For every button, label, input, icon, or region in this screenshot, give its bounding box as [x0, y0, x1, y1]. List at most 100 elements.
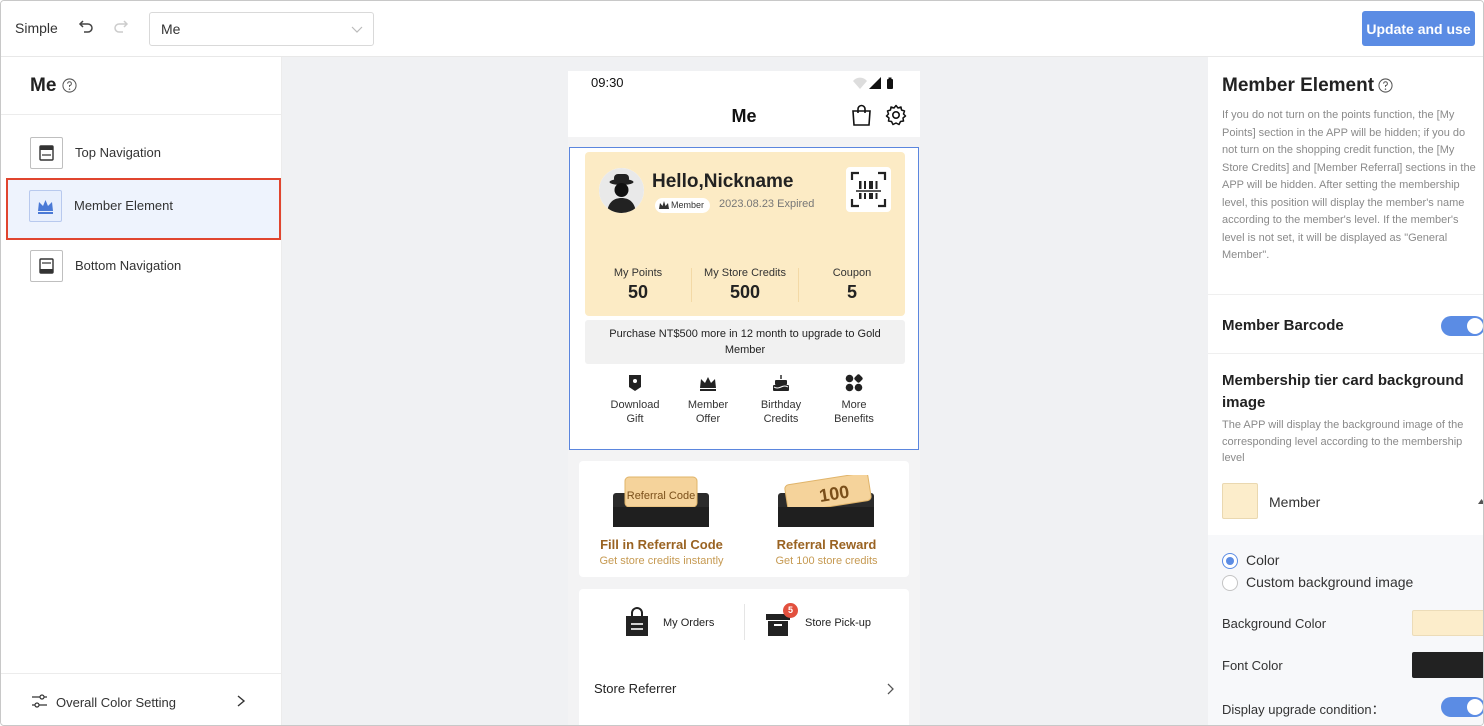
benefit-label-line2: Benefits [834, 413, 874, 425]
divider [1208, 294, 1483, 295]
shopping-bag-icon[interactable] [851, 104, 872, 126]
page-select[interactable]: Me [149, 12, 374, 46]
stat-label: Coupon [832, 267, 872, 279]
referral-subtitle: Get 100 store credits [775, 555, 878, 567]
background-color-label: Background Color [1222, 616, 1327, 631]
barcode-icon[interactable] [846, 167, 891, 212]
member-greeting: Hello,Nickname [652, 171, 794, 192]
component-item-member-element[interactable]: Member Element [6, 178, 281, 240]
redo-icon[interactable] [113, 18, 131, 38]
member-card: Hello,Nickname Member 2023.08.23 Expired… [585, 152, 905, 316]
caret-up-icon[interactable] [1478, 499, 1484, 504]
member-tier-badge: Member [655, 198, 711, 213]
stat-label: My Points [613, 267, 663, 279]
tier-color-swatch[interactable] [1222, 483, 1258, 519]
member-element-block[interactable]: Hello,Nickname Member 2023.08.23 Expired… [569, 147, 919, 450]
benefit-more-benefits[interactable]: More Benefits [819, 374, 889, 426]
benefit-label: Birthday Credits [746, 398, 816, 426]
update-and-use-button[interactable]: Update and use [1362, 11, 1475, 46]
display-upgrade-condition-label: Display upgrade condition： [1222, 702, 1385, 717]
undo-icon[interactable] [78, 18, 96, 38]
radio-color[interactable] [1222, 553, 1238, 569]
overall-color-setting[interactable]: Overall Color Setting [1, 673, 282, 725]
component-item-bottom-navigation[interactable]: Bottom Navigation [7, 238, 281, 294]
benefit-label-line1: Birthday [760, 399, 802, 411]
orders-block: My Orders Store Pick-up 5 Store Referrer [579, 589, 909, 725]
crown-icon [700, 377, 716, 391]
page-select-value: Me [161, 21, 181, 37]
chevron-right-icon [237, 695, 246, 707]
count-badge: 5 [783, 603, 798, 618]
signal-battery-icon [853, 77, 893, 89]
component-item-label: Bottom Navigation [75, 258, 182, 273]
app-window: Simple Me Update and use Me Top Navigati… [0, 0, 1484, 726]
grid-icon [845, 374, 863, 392]
overall-color-setting-label: Overall Color Setting [56, 695, 176, 710]
top-toolbar: Simple Me Update and use [1, 1, 1483, 57]
benefit-label-line2: Credits [763, 413, 799, 425]
referral-title: Fill in Referral Code [600, 537, 723, 552]
my-orders[interactable]: My Orders [624, 603, 734, 643]
stat-label: My Store Credits [704, 267, 786, 279]
ticket-text: Referral Code [627, 490, 695, 502]
benefit-label: Member Offer [673, 398, 743, 426]
chevron-down-icon [351, 26, 363, 33]
tier-background-description: The APP will display the background imag… [1222, 419, 1464, 464]
top-navigation-icon [30, 137, 63, 169]
member-barcode-toggle[interactable] [1441, 316, 1483, 336]
stat-value: 50 [627, 282, 649, 302]
benefit-label: Download Gift [600, 398, 670, 426]
toggle-knob [1467, 699, 1483, 715]
bottom-navigation-icon [30, 250, 63, 282]
preview-canvas: 09:30 Me Hello,Nickname Member 2023.08.2… [282, 57, 1208, 725]
stat-my-points[interactable]: My Points 50 [585, 267, 691, 303]
gear-icon[interactable] [885, 104, 907, 126]
tier-name: Member [1269, 494, 1321, 510]
order-item-label: Store Pick-up [805, 617, 872, 629]
properties-title: Member Element [1222, 75, 1375, 96]
sliders-icon [32, 694, 47, 708]
status-time: 09:30 [591, 75, 624, 90]
benefit-member-offer[interactable]: Member Offer [673, 374, 743, 426]
divider [1, 114, 282, 115]
gift-tag-icon [629, 375, 641, 391]
upgrade-condition-note: Purchase NT$500 more in 12 month to upgr… [585, 320, 905, 364]
radio-custom-background[interactable] [1222, 575, 1238, 591]
component-item-top-navigation[interactable]: Top Navigation [7, 125, 281, 181]
fill-referral-code[interactable]: Referral Code Fill in Referral Code Get … [579, 461, 744, 577]
font-color-picker[interactable] [1412, 652, 1483, 678]
benefit-label-line1: Download [610, 399, 660, 411]
stat-value: 500 [729, 282, 761, 302]
benefit-label-line1: Member [687, 399, 729, 411]
component-item-label: Member Element [74, 198, 173, 213]
crown-icon [659, 201, 669, 209]
avatar [599, 168, 644, 213]
divider [744, 604, 745, 640]
stat-coupon[interactable]: Coupon 5 [799, 267, 905, 303]
store-referrer-row[interactable]: Store Referrer [579, 661, 909, 711]
component-item-label: Top Navigation [75, 145, 161, 160]
store-referrer-label: Store Referrer [594, 681, 677, 696]
referral-reward[interactable]: 100 Referral Reward Get 100 store credit… [744, 461, 909, 577]
benefit-download-gift[interactable]: Download Gift [600, 374, 670, 426]
properties-panel: Member Element If you do not turn on the… [1208, 57, 1484, 725]
panel-title: Me [30, 75, 57, 96]
font-color-label: Font Color [1222, 658, 1283, 673]
display-upgrade-condition-toggle[interactable] [1441, 697, 1483, 717]
member-barcode-label: Member Barcode [1222, 317, 1344, 334]
tier-background-title: Membership tier card background image [1222, 372, 1464, 411]
toggle-knob [1467, 318, 1483, 334]
help-icon[interactable] [1378, 78, 1393, 93]
member-expiry: 2023.08.23 Expired [719, 198, 815, 210]
mode-label: Simple [15, 20, 58, 36]
help-icon[interactable] [62, 78, 77, 93]
benefit-birthday-credits[interactable]: Birthday Credits [746, 374, 816, 426]
tier-options: Color Custom background image Background… [1208, 535, 1483, 725]
stat-my-store-credits[interactable]: My Store Credits 500 [692, 267, 798, 303]
component-panel: Me Top Navigation Member Element Bottom … [1, 57, 282, 725]
phone-header: Me [568, 99, 920, 137]
benefit-label: More Benefits [819, 398, 889, 426]
properties-description: If you do not turn on the points functio… [1222, 109, 1476, 261]
background-color-picker[interactable] [1412, 610, 1483, 636]
member-tier-label: Member [671, 200, 705, 210]
